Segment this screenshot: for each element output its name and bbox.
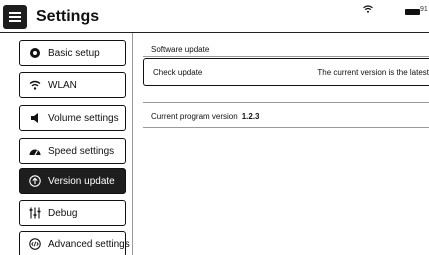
sidebar-item-wlan[interactable]: WLAN	[19, 72, 126, 98]
panel-divider	[132, 33, 133, 255]
sidebar-item-version-update[interactable]: Version update	[19, 168, 126, 194]
program-version-label: Current program version	[151, 112, 238, 121]
divider	[143, 127, 429, 128]
menu-icon-line	[9, 12, 21, 14]
speedometer-icon	[29, 149, 41, 156]
menu-button[interactable]	[3, 5, 27, 29]
wifi-status-icon	[363, 5, 373, 13]
code-circle-icon	[29, 238, 41, 250]
check-update-label: Check update	[153, 68, 203, 77]
sidebar-item-speed-settings[interactable]: Speed settings	[19, 138, 126, 164]
page-title: Settings	[36, 8, 100, 25]
sidebar-item-label: Basic setup	[48, 48, 100, 59]
sidebar-item-label: WLAN	[48, 80, 77, 91]
battery-level: 91	[420, 6, 428, 13]
program-version-value: 1.2.3	[241, 112, 260, 121]
sidebar-item-volume-settings[interactable]: Volume settings	[19, 105, 126, 131]
sidebar-item-label: Speed settings	[48, 146, 115, 157]
sidebar-item-basic-setup[interactable]: Basic setup	[19, 40, 126, 66]
speaker-icon	[31, 113, 38, 123]
section-title-software-update: Software update	[151, 45, 210, 54]
record-icon	[30, 48, 40, 58]
sidebar-item-debug[interactable]: Debug	[19, 200, 126, 226]
battery-icon	[405, 9, 420, 15]
check-update-row[interactable]: Check update The current version is the …	[143, 58, 429, 86]
menu-icon-line	[9, 20, 21, 22]
program-version-row: Current program version 1.2.3	[151, 112, 260, 121]
sidebar-item-label: Debug	[48, 208, 78, 219]
update-status-text: The current version is the latest	[317, 68, 429, 77]
wifi-icon	[29, 80, 41, 90]
sliders-icon	[29, 207, 41, 219]
top-bar: Settings 91	[0, 0, 429, 33]
upload-circle-icon	[29, 175, 41, 187]
divider	[143, 56, 429, 57]
menu-icon-line	[9, 16, 21, 18]
sidebar-item-label: Advanced settings	[48, 239, 130, 250]
divider	[143, 102, 429, 103]
sidebar-item-label: Volume settings	[48, 113, 119, 124]
sidebar-item-label: Version update	[48, 176, 115, 187]
sidebar-item-advanced-settings[interactable]: Advanced settings	[19, 231, 130, 255]
